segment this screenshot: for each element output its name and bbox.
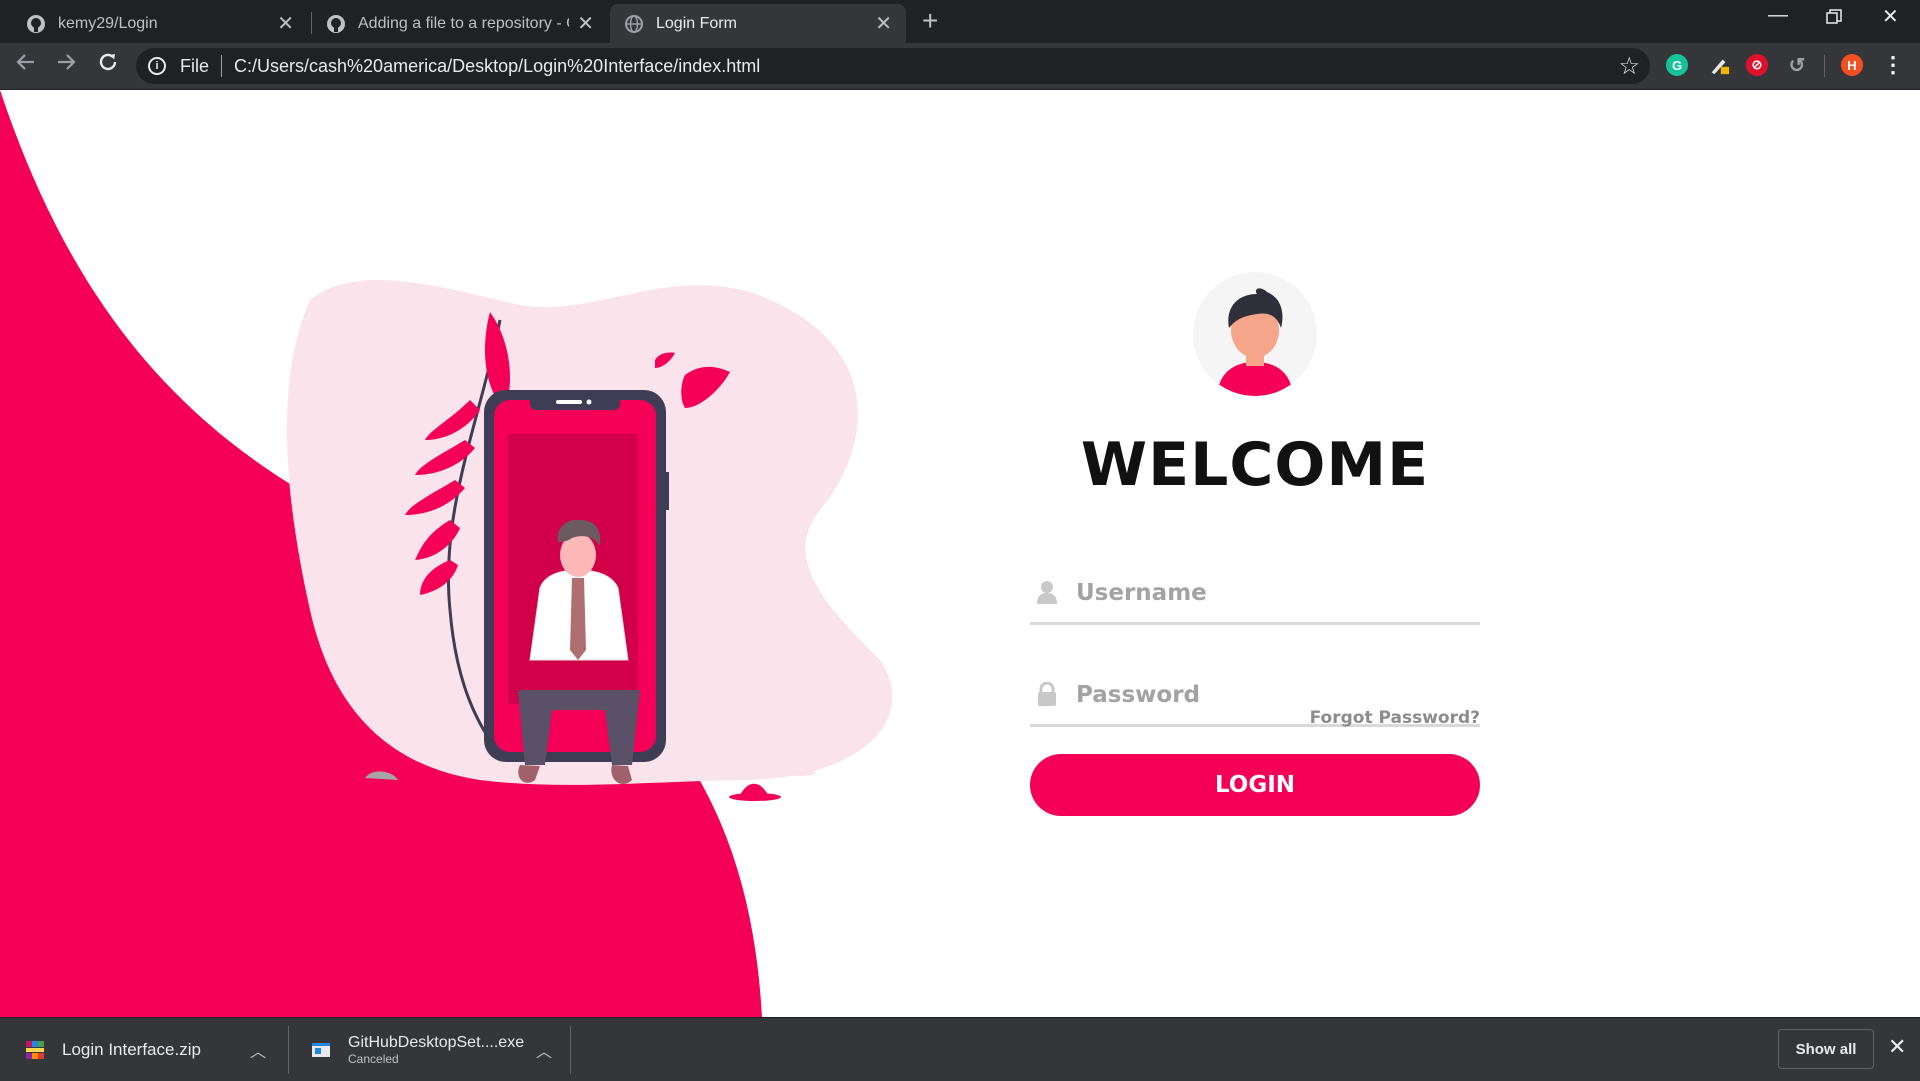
close-icon[interactable]: ✕	[1888, 1034, 1906, 1060]
history-icon[interactable]: ↺	[1786, 54, 1808, 77]
download-shelf: Login Interface.zip ︿ GitHubDesktopSet..…	[0, 1017, 1920, 1081]
login-page: WELCOME Forgot Password? LOGIN	[0, 90, 1920, 1017]
close-icon[interactable]: ✕	[277, 11, 294, 36]
adobe-icon[interactable]: ⊘	[1746, 54, 1768, 76]
tab-strip: kemy29/Login ✕ Adding a file to a reposi…	[0, 0, 1920, 43]
user-icon	[1037, 581, 1057, 604]
username-field	[1030, 560, 1480, 625]
restore-icon[interactable]	[1826, 8, 1842, 31]
omnibox-separator	[221, 55, 223, 77]
login-button[interactable]: LOGIN	[1030, 754, 1480, 816]
new-tab-icon[interactable]: +	[922, 4, 938, 38]
zip-archive-icon	[26, 1040, 44, 1059]
profile-avatar[interactable]: H	[1841, 54, 1863, 76]
reload-icon[interactable]	[96, 50, 120, 81]
bookmark-star-icon[interactable]: ☆	[1618, 52, 1640, 81]
scheme-label: File	[180, 55, 210, 76]
download-text: GitHubDesktopSet....exe Canceled	[348, 1034, 524, 1066]
grammarly-icon[interactable]: G	[1666, 54, 1688, 76]
download-item-github-desktop[interactable]: GitHubDesktopSet....exe Canceled ︿	[310, 1018, 552, 1081]
tab-adding-file[interactable]: Adding a file to a repository - GitHub ✕	[312, 4, 608, 43]
back-icon[interactable]	[14, 50, 38, 81]
installer-icon	[312, 1042, 330, 1057]
info-icon[interactable]: i	[148, 57, 166, 75]
tab-title: Login Form	[656, 14, 737, 32]
globe-icon	[624, 14, 644, 34]
lock-icon	[1038, 682, 1056, 706]
address-bar[interactable]: i File C:/Users/cash%20america/Desktop/L…	[136, 48, 1650, 84]
tab-title: kemy29/Login	[58, 14, 158, 32]
avatar	[1193, 272, 1317, 396]
toolbar-separator	[1824, 55, 1825, 77]
shelf-separator	[570, 1026, 571, 1074]
browser-toolbar: i File C:/Users/cash%20america/Desktop/L…	[0, 43, 1920, 90]
tab-login-form[interactable]: Login Form ✕	[610, 4, 906, 43]
close-icon[interactable]: ✕	[875, 11, 892, 36]
url-text[interactable]: C:/Users/cash%20america/Desktop/Login%20…	[234, 56, 760, 77]
close-icon[interactable]: ✕	[577, 11, 594, 36]
tab-kemy29-login[interactable]: kemy29/Login ✕	[12, 4, 308, 43]
github-icon	[26, 14, 46, 34]
tab-title: Adding a file to a repository - GitHub	[358, 14, 569, 32]
show-all-button[interactable]: Show all	[1778, 1029, 1874, 1069]
shelf-separator	[288, 1026, 289, 1074]
download-item-login-zip[interactable]: Login Interface.zip ︿	[24, 1018, 274, 1081]
chevron-up-icon[interactable]: ︿	[250, 1038, 266, 1062]
download-filename: GitHubDesktopSet....exe	[348, 1033, 525, 1051]
download-filename: Login Interface.zip	[62, 1039, 201, 1059]
username-input[interactable]	[1074, 572, 1468, 614]
minimize-icon[interactable]: —	[1768, 4, 1788, 27]
pencil-icon[interactable]	[1708, 54, 1730, 76]
github-icon	[326, 14, 346, 34]
menu-kebab-icon[interactable]: ⋮	[1882, 52, 1904, 77]
forgot-password-link[interactable]: Forgot Password?	[1230, 708, 1480, 728]
forward-icon[interactable]	[54, 50, 78, 81]
welcome-heading: WELCOME	[1080, 430, 1430, 500]
chevron-up-icon[interactable]: ︿	[536, 1038, 552, 1062]
window-close-icon[interactable]: ✕	[1882, 4, 1899, 29]
background-wave	[0, 90, 893, 1017]
download-status: Canceled	[348, 1051, 399, 1066]
